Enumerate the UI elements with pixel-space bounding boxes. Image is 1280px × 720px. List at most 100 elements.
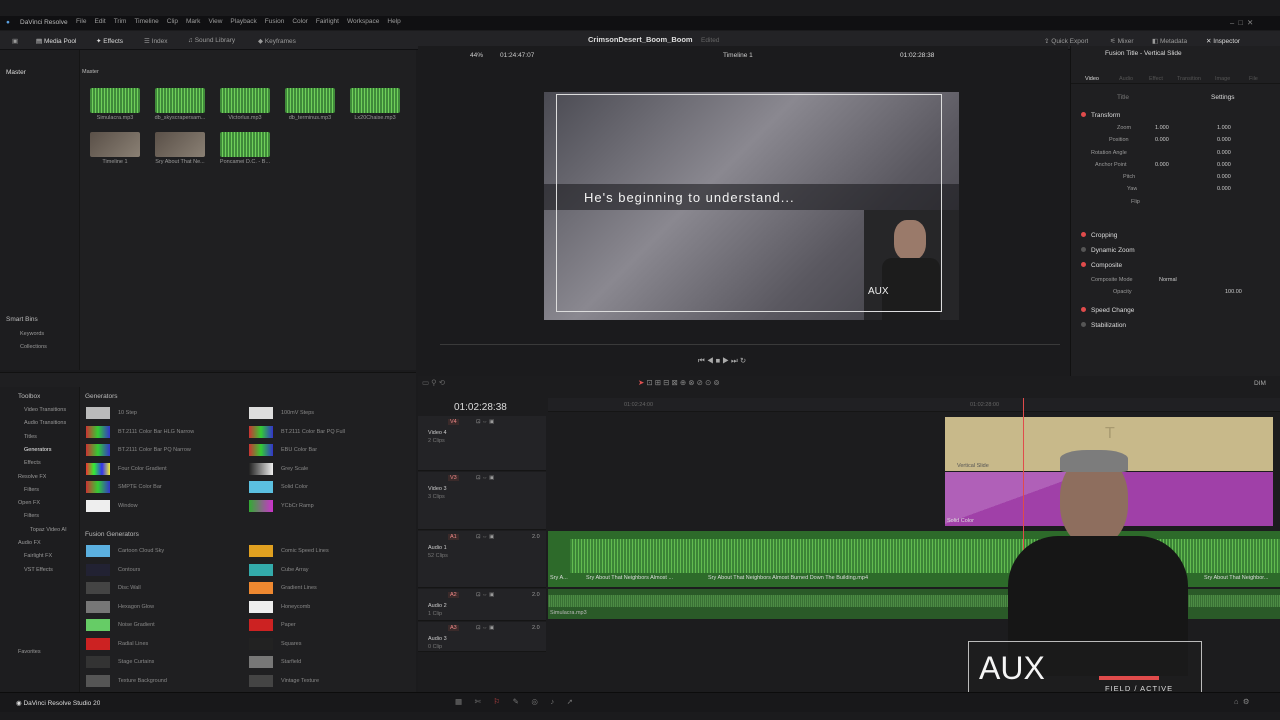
generator-thumb[interactable] (249, 619, 273, 631)
menu-item-mark[interactable]: Mark (186, 18, 200, 25)
menu-item-edit[interactable]: Edit (94, 18, 105, 25)
section-composite[interactable]: Composite (1081, 262, 1122, 269)
media-clip-thumb[interactable] (90, 132, 140, 157)
effects-tree-item[interactable]: Video Transitions (24, 407, 66, 413)
generator-label[interactable]: Stage Curtains (118, 659, 154, 665)
effects-tree-item[interactable]: Fairlight FX (24, 553, 52, 559)
media-clip-thumb[interactable] (220, 132, 270, 157)
generator-thumb[interactable] (86, 619, 110, 631)
quick-export-button[interactable]: ⇪ Quick Export (1044, 37, 1088, 45)
generator-thumb[interactable] (249, 425, 273, 438)
generator-thumb[interactable] (86, 481, 110, 493)
opacity-field[interactable]: 100.00 (1225, 289, 1242, 295)
section-speed-change[interactable]: Speed Change (1081, 307, 1134, 314)
track-header-v3[interactable]: V3 Video 3 3 Clips ⊡ ⇔ ▣ (418, 472, 546, 530)
menu-item-file[interactable]: File (76, 18, 86, 25)
effects-tree-item[interactable]: Favorites (18, 649, 41, 655)
media-pool-button[interactable]: ▤ Media Pool (36, 37, 76, 45)
effects-tree-item[interactable]: Titles (24, 434, 37, 440)
smart-bin-keywords[interactable]: Keywords (20, 331, 44, 337)
generator-label[interactable]: Disc Wall (118, 585, 141, 591)
generator-label[interactable]: Texture Background (118, 678, 167, 684)
generator-label[interactable]: BT.2111 Color Bar PQ Full (281, 429, 345, 435)
generator-thumb[interactable] (249, 499, 273, 512)
generator-thumb[interactable] (86, 582, 110, 594)
edit-tools[interactable]: ➤ ⊡ ⊞ ⊟ ⊠ ⊕ ⊗ ⊘ ⊙ ⊚ (638, 378, 720, 387)
anchor-y-field[interactable]: 0.000 (1217, 162, 1231, 168)
menu-item-fusion[interactable]: Fusion (265, 18, 285, 25)
home-settings-icons[interactable]: ⌂ ⚙ (1234, 697, 1249, 706)
generator-label[interactable]: SMPTE Color Bar (118, 484, 162, 490)
section-transform[interactable]: Transform (1081, 112, 1120, 119)
generator-label[interactable]: Cube Array (281, 567, 309, 573)
generator-thumb[interactable] (86, 407, 110, 419)
generator-thumb[interactable] (249, 656, 273, 668)
smart-bin-collections[interactable]: Collections (20, 344, 47, 350)
generator-label[interactable]: BT.2111 Color Bar HLG Narrow (118, 429, 194, 435)
sound-library-button[interactable]: ♫ Sound Library (188, 37, 235, 44)
yaw-field[interactable]: 0.000 (1217, 186, 1231, 192)
generator-thumb[interactable] (249, 563, 273, 576)
track-level[interactable]: 2.0 (532, 592, 540, 598)
media-clip-thumb[interactable] (90, 88, 140, 113)
effects-tree-item[interactable]: Audio FX (18, 540, 41, 546)
effects-tree-item[interactable]: Filters (24, 513, 39, 519)
generator-label[interactable]: Gradient Lines (281, 585, 317, 591)
composite-mode-select[interactable]: Normal (1159, 277, 1177, 283)
pitch-field[interactable]: 0.000 (1217, 174, 1231, 180)
effects-tree-item[interactable]: VST Effects (24, 567, 53, 573)
generator-label[interactable]: Starfield (281, 659, 301, 665)
track-controls-icon[interactable]: ⊡ ⇔ ▣ (476, 592, 494, 598)
anchor-x-field[interactable]: 0.000 (1155, 162, 1169, 168)
timeline-ruler[interactable]: 01:02:24:00 01:02:28:00 (548, 398, 1280, 412)
generator-label[interactable]: 100mV Steps (281, 410, 314, 416)
generator-label[interactable]: 10 Step (118, 410, 137, 416)
track-header-v4[interactable]: V4 Video 4 2 Clips ⊡ ⇔ ▣ (418, 416, 546, 471)
generator-thumb[interactable] (86, 444, 110, 456)
generator-label[interactable]: Radial Lines (118, 641, 148, 647)
mixer-button[interactable]: ⚟ Mixer (1110, 37, 1134, 45)
track-level[interactable]: 2.0 (532, 534, 540, 540)
audio-clip-short[interactable]: Sry A... (550, 575, 568, 581)
effects-button[interactable]: ✦ Effects (96, 37, 123, 45)
subtab-settings[interactable]: Settings (1211, 94, 1235, 101)
menu-item-trim[interactable]: Trim (114, 18, 127, 25)
generator-label[interactable]: EBU Color Bar (281, 447, 317, 453)
effects-tree-item[interactable]: Filters (24, 487, 39, 493)
menu-item-timeline[interactable]: Timeline (134, 18, 158, 25)
generator-thumb[interactable] (86, 563, 110, 576)
timeline-tools[interactable]: ▭ ⚲ ⟲ (422, 378, 445, 387)
section-stabilization[interactable]: Stabilization (1081, 322, 1126, 329)
generator-thumb[interactable] (86, 674, 110, 687)
generator-thumb[interactable] (249, 600, 273, 613)
generator-label[interactable]: Grey Scale (281, 466, 308, 472)
media-clip-thumb[interactable] (155, 88, 205, 113)
generator-thumb[interactable] (249, 674, 273, 687)
section-dynamic-zoom[interactable]: Dynamic Zoom (1081, 247, 1135, 254)
audio-clip-mid[interactable]: Sry About That Neighbors Almost ... (586, 575, 673, 581)
track-controls-icon[interactable]: ⊡ ⇔ ▣ (476, 419, 494, 425)
generator-thumb[interactable] (249, 444, 273, 456)
menu-item-workspace[interactable]: Workspace (347, 18, 379, 25)
track-header-a2[interactable]: A2 Audio 2 1 Clip 2.0 ⊡ ⇔ ▣ (418, 589, 546, 621)
tab-audio[interactable]: Audio (1119, 76, 1133, 82)
media-clip-thumb[interactable] (285, 88, 335, 113)
menu-item-playback[interactable]: Playback (230, 18, 256, 25)
generator-thumb[interactable] (86, 637, 110, 650)
generator-label[interactable]: Vintage Texture (281, 678, 319, 684)
generator-thumb[interactable] (86, 425, 110, 438)
generator-thumb[interactable] (249, 545, 273, 557)
generator-label[interactable]: BT.2111 Color Bar PQ Narrow (118, 447, 191, 453)
media-clip-thumb[interactable] (350, 88, 400, 113)
effects-tree-item[interactable]: Topaz Video AI (30, 527, 67, 533)
inspector-button[interactable]: ✕ Inspector (1206, 37, 1240, 45)
zoom-x-field[interactable]: 1.000 (1155, 125, 1169, 131)
effects-tree-item[interactable]: Open FX (18, 500, 40, 506)
viewer-scrubber[interactable] (440, 344, 1060, 345)
section-cropping[interactable]: Cropping (1081, 232, 1117, 239)
subtab-title[interactable]: Title (1117, 94, 1129, 101)
generator-label[interactable]: Squares (281, 641, 302, 647)
generator-thumb[interactable] (86, 499, 110, 512)
generator-label[interactable]: Comic Speed Lines (281, 548, 329, 554)
generator-label[interactable]: Four Color Gradient (118, 466, 167, 472)
